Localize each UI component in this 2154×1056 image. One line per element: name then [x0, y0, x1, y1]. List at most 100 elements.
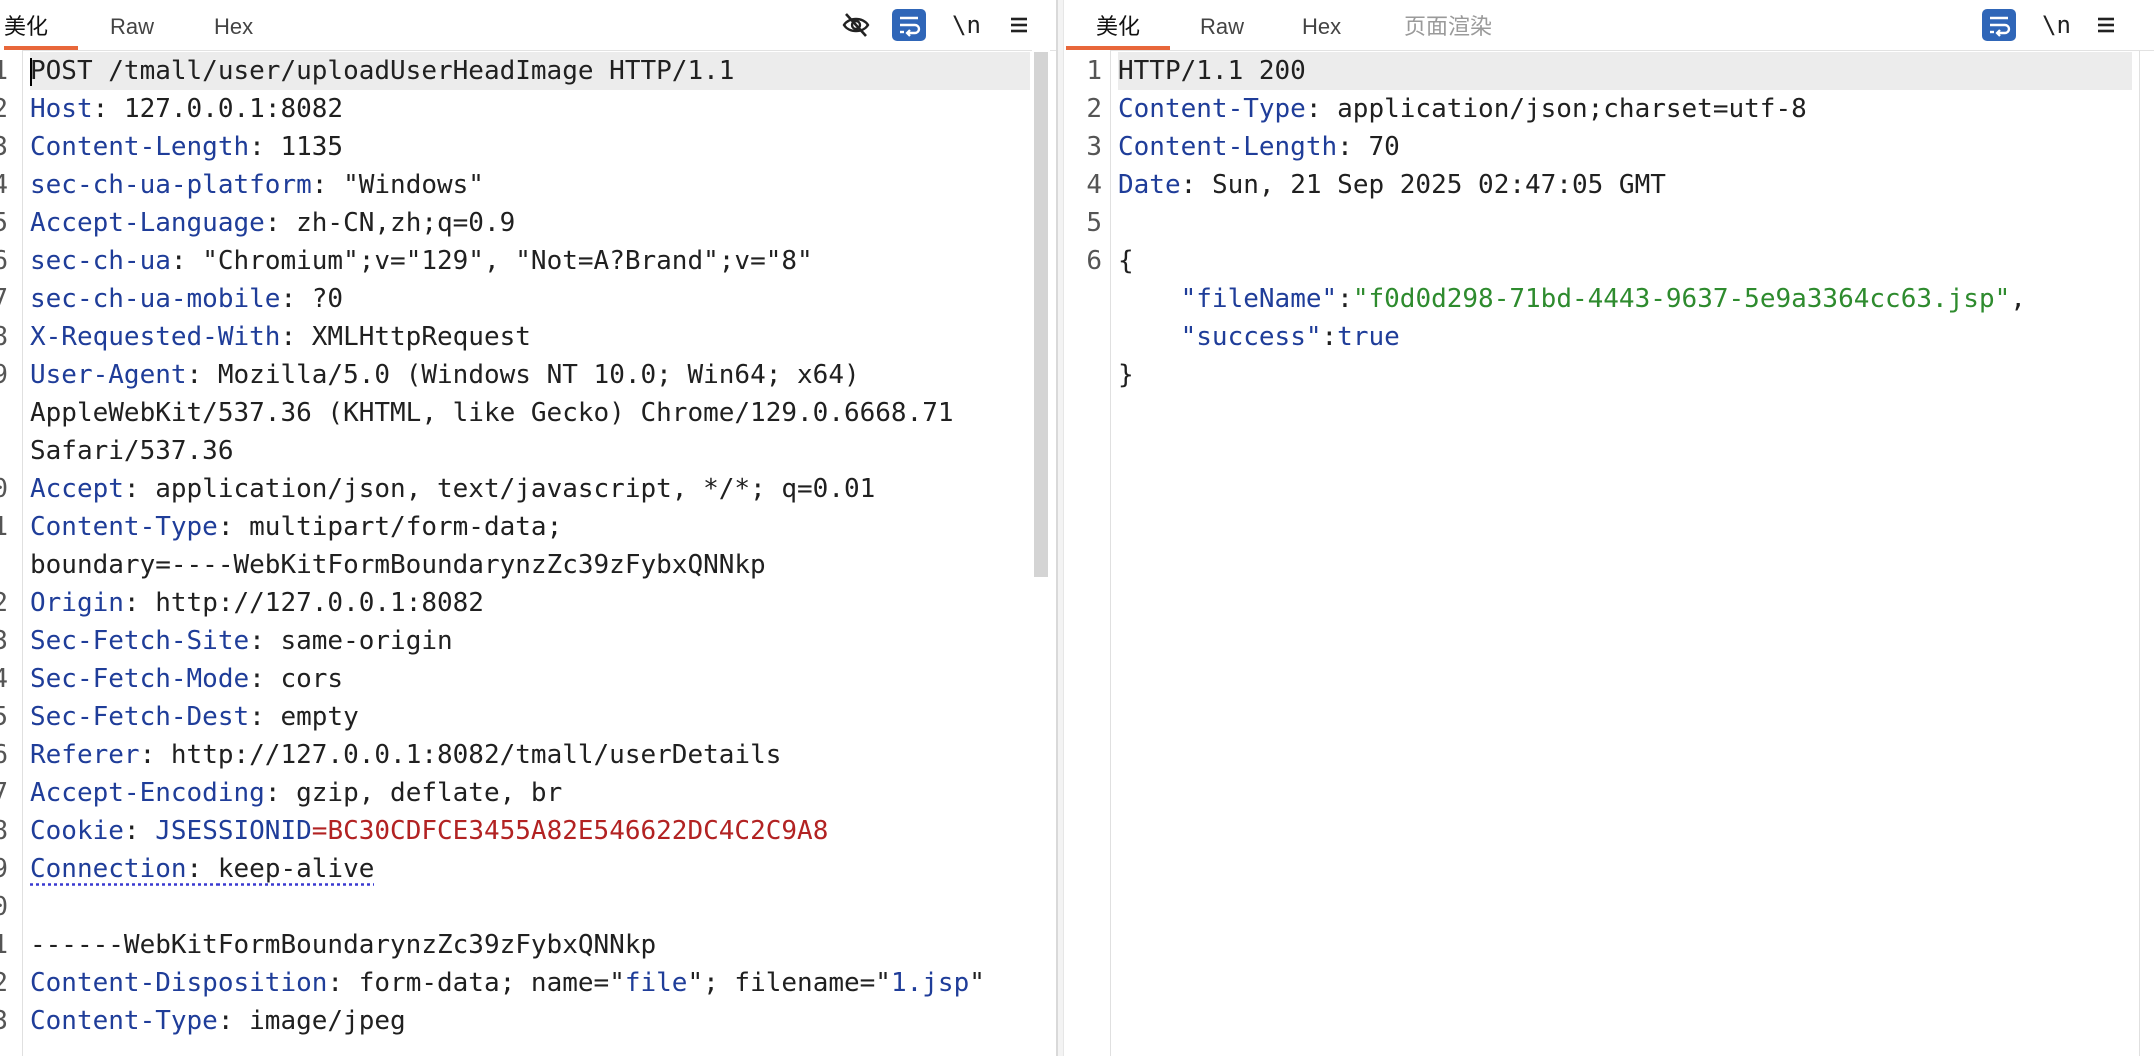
request-scrollbar-thumb[interactable] — [1034, 52, 1048, 577]
header-name: sec-ch-ua-platform — [30, 170, 312, 200]
line-number: 4 — [1086, 170, 1102, 200]
word-wrap-icon[interactable] — [892, 9, 926, 41]
header-separator: : — [1180, 170, 1212, 200]
code-line: Content-Type: application/json;charset=u… — [1118, 90, 2132, 128]
header-separator: : — [217, 512, 250, 542]
line-number: 6 — [1086, 246, 1102, 276]
line-value: "Chromium";v="129", "Not=A?Brand";v="8" — [202, 246, 813, 276]
line-value: ------WebKitFormBoundarynzZc39zFybxQNNkp — [30, 930, 657, 960]
code-line: Accept-Language: zh-CN,zh;q=0.9 — [30, 204, 1030, 242]
line-number: 3 — [0, 1006, 8, 1036]
line-number: 1 — [0, 56, 8, 86]
header-separator: : — [280, 284, 312, 314]
line-value: 127.0.0.1:8082 — [123, 94, 344, 124]
line-value: keep-alive — [217, 854, 375, 884]
header-separator: : — [1305, 94, 1338, 124]
request-scrollbar[interactable] — [1032, 50, 1050, 1056]
code-line: Safari/537.36 — [30, 432, 1030, 470]
line-value: HTTP/1.1 200 — [1118, 56, 1306, 86]
line-number: 5 — [0, 208, 8, 238]
response-tab-render[interactable]: 页面渲染 — [1404, 12, 1492, 50]
line-number: 0 — [0, 892, 8, 922]
code-line: boundary=----WebKitFormBoundarynzZc39zFy… — [30, 546, 1030, 584]
line-value: Mozilla/5.0 (Windows NT 10.0; Win64; x64… — [217, 360, 860, 390]
line-number: 2 — [1086, 94, 1102, 124]
line-number: 1 — [0, 512, 8, 542]
line-value: ?0 — [311, 284, 344, 314]
cookie-equals: = — [311, 816, 328, 846]
code-line: sec-ch-ua-mobile: ?0 — [30, 280, 1030, 318]
header-separator: : — [249, 664, 281, 694]
code-line: AppleWebKit/537.36 (KHTML, like Gecko) C… — [30, 394, 1030, 432]
header-separator: : — [1337, 132, 1369, 162]
code-line: Content-Disposition: form-data; name="fi… — [30, 964, 1030, 1002]
line-value: XMLHttpRequest — [311, 322, 531, 352]
menu-icon[interactable] — [1001, 9, 1035, 41]
response-pane: 美化 Raw Hex 页面渲染 \n 1 2 3 4 5 6 HTTP/1.1 200 Co… — [1064, 0, 2154, 1056]
header-separator: : — [170, 246, 203, 276]
line-number: 7 — [0, 284, 8, 314]
line-value: multipart/form-data; — [249, 512, 563, 542]
request-line-gutter: 1 2 3 4 5 6 7 8 9 0 1 2 3 4 5 6 7 8 9 0 1 2 3 — [0, 50, 23, 1056]
line-number: 9 — [0, 854, 8, 884]
json-colon: : — [1321, 322, 1338, 352]
header-name: sec-ch-ua-mobile — [30, 284, 281, 314]
header-separator: : — [139, 740, 171, 770]
header-name: Accept — [30, 474, 124, 504]
code-line: "success":true — [1118, 318, 2132, 356]
code-line: POST /tmall/user/uploadUserHeadImage HTT… — [30, 52, 1030, 90]
disposition-end: " — [969, 968, 985, 998]
line-value: zh-CN,zh;q=0.9 — [296, 208, 516, 238]
cookie-value: BC30CDFCE3455A82E546622DC4C2C9A8 — [327, 816, 829, 846]
code-line: "fileName":"f0d0d298-71bd-4443-9637-5e9a… — [1118, 280, 2132, 318]
header-name: Content-Length — [1118, 132, 1338, 162]
line-number: 1 — [0, 930, 8, 960]
code-line: User-Agent: Mozilla/5.0 (Windows NT 10.0… — [30, 356, 1030, 394]
show-newlines-button[interactable]: \n — [2042, 9, 2071, 41]
response-tab-hex[interactable]: Hex — [1302, 12, 1341, 50]
line-value: 1135 — [280, 132, 344, 162]
request-tab-raw[interactable]: Raw — [110, 12, 154, 50]
json-key: "fileName" — [1180, 284, 1338, 314]
line-number: 6 — [0, 246, 8, 276]
header-name: Accept-Encoding — [30, 778, 265, 808]
show-newlines-button[interactable]: \n — [952, 9, 981, 41]
response-tabbar: 美化 Raw Hex 页面渲染 \n — [1064, 0, 2154, 51]
line-value: Safari/537.36 — [30, 436, 234, 466]
header-separator: : — [92, 94, 124, 124]
header-separator: : — [123, 588, 156, 618]
line-number: 0 — [0, 474, 8, 504]
response-line-gutter: 1 2 3 4 5 6 — [1064, 50, 1111, 1056]
line-value: AppleWebKit/537.36 (KHTML, like Gecko) C… — [30, 398, 954, 428]
response-tab-pretty[interactable]: 美化 — [1066, 12, 1170, 50]
menu-icon[interactable] — [2088, 9, 2122, 41]
line-number: 3 — [1086, 132, 1102, 162]
line-value: image/jpeg — [249, 1006, 406, 1036]
code-line: Sec-Fetch-Mode: cors — [30, 660, 1030, 698]
response-editor-edge — [2139, 50, 2140, 1056]
response-editor[interactable]: HTTP/1.1 200 Content-Type: application/js… — [1118, 50, 2132, 1056]
request-tab-hex[interactable]: Hex — [214, 12, 253, 50]
cookie-name: JSESSIONID — [155, 816, 312, 846]
header-name: Date — [1118, 170, 1181, 200]
line-number: 3 — [0, 132, 8, 162]
hide-nonprintable-eye-slash-icon[interactable] — [839, 9, 873, 41]
pane-splitter[interactable] — [1056, 0, 1064, 1056]
code-line: Cookie: JSESSIONID=BC30CDFCE3455A82E5466… — [30, 812, 1030, 850]
line-number: 5 — [0, 702, 8, 732]
line-number: 8 — [0, 816, 8, 846]
line-value: http://127.0.0.1:8082 — [155, 588, 484, 618]
json-string-value: "f0d0d298-71bd-4443-9637-5e9a3364cc63.js… — [1352, 284, 2011, 314]
header-name: Content-Type — [1118, 94, 1306, 124]
code-line: Accept: application/json, text/javascrip… — [30, 470, 1030, 508]
word-wrap-icon[interactable] — [1982, 9, 2016, 41]
request-tabbar: 美化 Raw Hex \n — [0, 0, 1056, 51]
code-line: Content-Length: 70 — [1118, 128, 2132, 166]
response-tab-raw[interactable]: Raw — [1200, 12, 1244, 50]
line-value: 70 — [1368, 132, 1400, 162]
header-separator: : — [280, 322, 312, 352]
request-tab-pretty[interactable]: 美化 — [4, 12, 78, 50]
request-editor[interactable]: POST /tmall/user/uploadUserHeadImage HTT… — [30, 50, 1030, 1056]
